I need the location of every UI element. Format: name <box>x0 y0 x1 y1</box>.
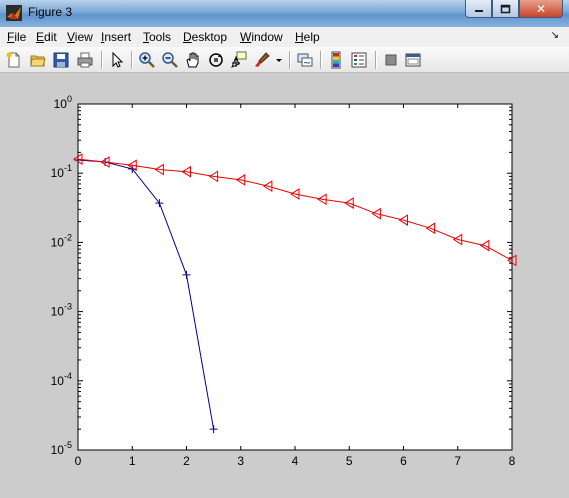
menu-view-rest: iew <box>74 30 93 44</box>
zoom-out-icon[interactable] <box>161 51 179 69</box>
matlab-icon <box>6 5 22 21</box>
toolbar-separator <box>289 51 291 69</box>
y-tick-label: 10-1 <box>51 163 72 180</box>
menu-edit[interactable]: Edit <box>36 30 57 44</box>
x-tick-label: 3 <box>237 454 244 468</box>
menu-edit-accel: E <box>36 30 45 44</box>
menu-file-rest: ile <box>14 30 27 44</box>
title-bar: Figure 3 ✕ <box>0 0 569 27</box>
zoom-in-icon[interactable] <box>138 51 156 69</box>
minimize-button[interactable] <box>465 0 492 18</box>
menu-window-rest: indow <box>251 30 283 44</box>
menu-desktop[interactable]: Desktop <box>183 30 227 44</box>
insert-legend-icon[interactable] <box>350 51 368 69</box>
minimize-icon <box>474 9 483 12</box>
edit-plot-arrow-icon[interactable] <box>108 51 126 69</box>
menu-dock-arrow-icon[interactable]: ↘ <box>551 30 559 41</box>
menu-insert[interactable]: Insert <box>101 30 131 44</box>
window-title: Figure 3 <box>28 5 73 19</box>
close-button[interactable]: ✕ <box>519 0 563 18</box>
show-plot-tools-icon[interactable] <box>404 51 422 69</box>
x-tick-label: 0 <box>75 454 82 468</box>
menu-help-rest: elp <box>303 30 320 44</box>
menu-help[interactable]: Help <box>295 30 320 44</box>
save-icon[interactable] <box>52 51 70 69</box>
menu-insert-rest: nsert <box>104 30 132 44</box>
rotate-3d-icon[interactable] <box>207 51 225 69</box>
x-tick-label: 8 <box>509 454 516 468</box>
close-icon: ✕ <box>535 1 547 16</box>
open-file-icon[interactable] <box>29 51 47 69</box>
brush-dropdown-icon[interactable] <box>274 51 284 69</box>
hide-plot-tools-icon[interactable] <box>382 51 400 69</box>
y-tick-label: 10-5 <box>51 440 72 457</box>
data-cursor-icon[interactable] <box>230 51 248 69</box>
y-tick-label: 10-3 <box>51 302 72 319</box>
x-tick-label: 4 <box>292 454 299 468</box>
menu-help-accel: H <box>295 30 304 44</box>
x-tick-label: 7 <box>454 454 461 468</box>
menu-desktop-rest: esktop <box>191 30 228 44</box>
y-tick-label: 100 <box>54 94 72 111</box>
new-figure-icon[interactable] <box>5 51 23 69</box>
menu-edit-rest: dit <box>44 30 57 44</box>
maximize-icon <box>500 4 511 13</box>
x-tick-label: 1 <box>129 454 136 468</box>
toolbar-separator <box>320 51 322 69</box>
menu-file[interactable]: File <box>7 30 26 44</box>
x-tick-label: 2 <box>183 454 190 468</box>
y-tick-label: 10-2 <box>51 232 72 249</box>
brush-icon[interactable] <box>253 51 271 69</box>
menu-view-accel: V <box>67 30 75 44</box>
print-icon[interactable] <box>76 51 94 69</box>
menu-tools[interactable]: Tools <box>143 30 171 44</box>
menu-window[interactable]: Window <box>240 30 283 44</box>
menu-desktop-accel: D <box>183 30 192 44</box>
x-tick-label: 6 <box>400 454 407 468</box>
toolbar-separator <box>131 51 133 69</box>
menu-window-accel: W <box>240 30 252 44</box>
menu-tools-rest: ools <box>149 30 172 44</box>
toolbar-separator <box>375 51 377 69</box>
insert-colorbar-icon[interactable] <box>327 51 345 69</box>
link-plot-icon[interactable] <box>296 51 314 69</box>
menu-bar: File Edit View Insert Tools Desktop Wind… <box>0 27 569 47</box>
maximize-button[interactable] <box>492 0 519 18</box>
x-tick-label: 5 <box>346 454 353 468</box>
plot-area <box>77 103 513 451</box>
figure-canvas: 0 1 2 3 4 5 6 7 8 10-5 10-4 10-3 10-2 10-1 100 <box>51 94 517 468</box>
y-tick-label: 10-4 <box>51 371 72 388</box>
pan-hand-icon[interactable] <box>184 51 202 69</box>
window-controls: ✕ <box>465 0 563 19</box>
toolbar-separator <box>101 51 103 69</box>
menu-view[interactable]: View <box>67 30 93 44</box>
figure-toolbar <box>0 47 569 73</box>
plot-axes[interactable]: 0 1 2 3 4 5 6 7 8 10-5 10-4 10-3 10-2 10-1 100 <box>51 94 517 468</box>
